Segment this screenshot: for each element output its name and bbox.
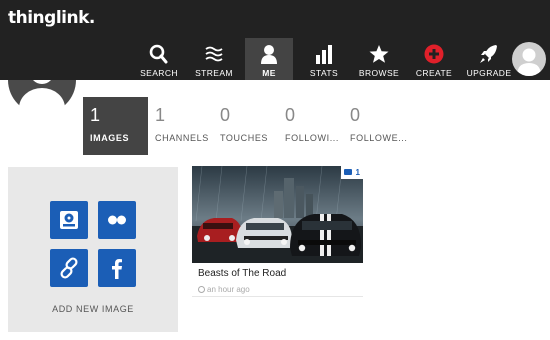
bar-chart-icon (316, 45, 332, 64)
nav-label: SEARCH (140, 68, 178, 78)
account-avatar[interactable] (512, 42, 546, 76)
nav-label: STREAM (195, 68, 233, 78)
nav-stream[interactable]: STREAM (190, 38, 238, 80)
upload-from-computer-button[interactable] (50, 201, 88, 239)
comment-icon (344, 169, 352, 175)
profile-avatar[interactable] (8, 80, 76, 114)
user-icon (261, 45, 277, 64)
image-card[interactable]: 1 Beasts of The Road an hour ago (192, 166, 363, 297)
images-count: 1 (90, 105, 101, 125)
clock-icon (198, 286, 205, 293)
nav-label: STATS (309, 68, 339, 78)
nav-browse[interactable]: BROWSE (355, 38, 403, 80)
nav-label: ME (262, 68, 276, 78)
user-silhouette-icon (517, 48, 541, 76)
cars-scene-image (192, 166, 363, 263)
tab-label: FOLLOWE... (350, 133, 408, 143)
tab-label: FOLLOWI... (285, 133, 340, 143)
facebook-icon (112, 259, 122, 279)
add-new-image-label: ADD NEW IMAGE (52, 304, 134, 314)
comment-count: 1 (355, 168, 360, 177)
comment-count-badge: 1 (341, 166, 363, 179)
add-from-url-button[interactable] (50, 249, 88, 287)
plus-circle-icon (424, 44, 444, 64)
tab-label: CHANNELS (155, 133, 209, 143)
nav-stats[interactable]: STATS (300, 38, 348, 80)
image-timestamp: an hour ago (198, 285, 250, 294)
search-icon (149, 44, 168, 64)
tab-followers[interactable]: 0 FOLLOWE... (343, 97, 408, 155)
thinglink-logo[interactable]: thinglink. (8, 8, 95, 28)
nav-me[interactable]: ME (245, 38, 293, 80)
tab-images[interactable]: 1 IMAGES (83, 97, 148, 155)
image-thumbnail[interactable]: 1 (192, 166, 363, 263)
card-divider (192, 296, 363, 297)
import-from-facebook-button[interactable] (98, 249, 136, 287)
tab-label: IMAGES (90, 133, 130, 143)
nav-label: CREATE (415, 68, 453, 78)
stream-icon (205, 46, 223, 62)
import-from-flickr-button[interactable] (98, 201, 136, 239)
nav-label: UPGRADE (466, 68, 512, 78)
touches-count: 0 (220, 105, 231, 125)
tab-following[interactable]: 0 FOLLOWI... (278, 97, 343, 155)
add-new-image-panel: ADD NEW IMAGE (8, 167, 178, 332)
following-count: 0 (285, 105, 296, 125)
channels-count: 1 (155, 105, 166, 125)
profile-stats-tabs: 1 IMAGES 1 CHANNELS 0 TOUCHES 0 FOLLOWI.… (83, 97, 408, 155)
tab-touches[interactable]: 0 TOUCHES (213, 97, 278, 155)
image-title[interactable]: Beasts of The Road (198, 268, 286, 279)
top-navigation-bar: thinglink. SEARCH STREAM ME STATS BROWSE… (0, 0, 550, 80)
main-nav: SEARCH STREAM ME STATS BROWSE CREATE UPG… (135, 38, 520, 80)
followers-count: 0 (350, 105, 361, 125)
flickr-icon (108, 215, 126, 225)
nav-create[interactable]: CREATE (410, 38, 458, 80)
rocket-icon (480, 45, 497, 63)
star-icon (369, 45, 389, 63)
time-text: an hour ago (207, 285, 250, 294)
nav-label: BROWSE (358, 68, 400, 78)
tab-label: TOUCHES (220, 133, 269, 143)
hard-drive-icon (60, 211, 78, 229)
nav-search[interactable]: SEARCH (135, 38, 183, 80)
nav-upgrade[interactable]: UPGRADE (465, 38, 513, 80)
link-icon (60, 257, 78, 279)
tab-channels[interactable]: 1 CHANNELS (148, 97, 213, 155)
